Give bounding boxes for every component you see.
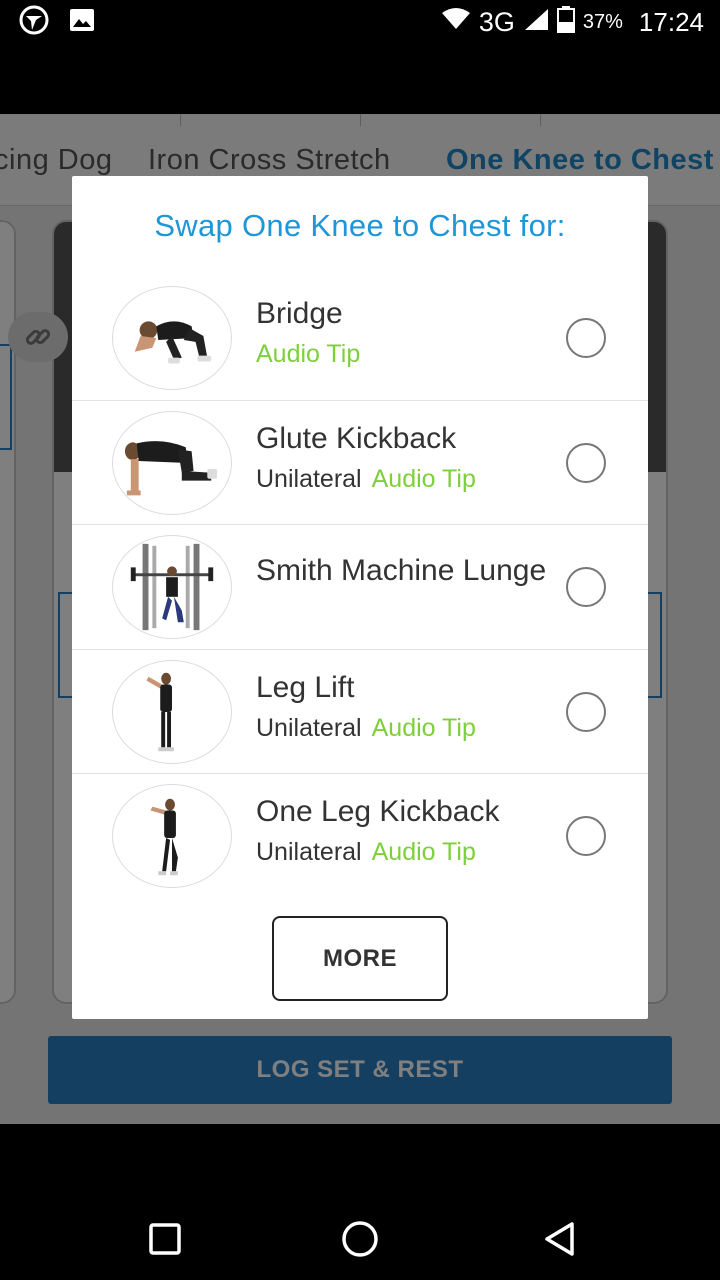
exercise-name: Glute Kickback: [256, 421, 457, 455]
unilateral-label: Unilateral: [256, 713, 362, 742]
exercise-option-text: One Leg Kickback Unilateral Audio Tip: [256, 792, 556, 869]
exercise-option-bridge[interactable]: Bridge Audio Tip: [72, 276, 648, 401]
one-leg-kickback-thumbnail: [112, 784, 232, 888]
app-notification-icon: [18, 4, 50, 41]
signal-icon: [523, 7, 549, 38]
network-type: 3G: [478, 6, 515, 37]
smith-machine-lunge-thumbnail: [112, 535, 232, 639]
audio-tip-link[interactable]: Audio Tip: [372, 465, 476, 493]
exercise-radio-button[interactable]: [566, 318, 606, 358]
exercise-meta: Unilateral Audio Tip: [256, 462, 556, 496]
exercise-option-smith-machine-lunge[interactable]: Smith Machine Lunge: [72, 525, 648, 650]
swap-exercise-dialog: Swap One Knee to Chest for: Bridge Audio…: [72, 176, 648, 1019]
bridge-thumbnail: [112, 286, 232, 390]
exercise-radio-button[interactable]: [566, 691, 606, 732]
recents-button[interactable]: [140, 1214, 190, 1264]
exercise-option-text: Glute Kickback Unilateral Audio Tip: [256, 419, 556, 496]
home-button[interactable]: [335, 1214, 385, 1264]
circle-icon: [342, 1221, 378, 1257]
exercise-name: Leg Lift: [256, 670, 355, 704]
exercise-name: Smith Machine Lunge: [256, 554, 547, 587]
app-bar: [0, 44, 720, 114]
exercise-meta: Audio Tip: [256, 337, 556, 371]
exercise-meta: Unilateral Audio Tip: [256, 711, 556, 745]
exercise-name: One Leg Kickback: [256, 795, 500, 828]
more-button[interactable]: MORE: [272, 916, 448, 1001]
exercise-option-leg-lift[interactable]: Leg Lift Unilateral Audio Tip: [72, 650, 648, 774]
audio-tip-link[interactable]: Audio Tip: [372, 838, 476, 866]
exercise-radio-button[interactable]: [566, 567, 606, 607]
exercise-option-text: Smith Machine Lunge: [256, 551, 556, 590]
exercise-radio-button[interactable]: [566, 816, 606, 856]
image-notification-icon: [68, 6, 96, 39]
battery-percent: 37%: [582, 10, 623, 33]
exercise-option-text: Leg Lift Unilateral Audio Tip: [256, 668, 556, 745]
unilateral-label: Unilateral: [256, 838, 362, 866]
exercise-option-glute-kickback[interactable]: Glute Kickback Unilateral Audio Tip: [72, 401, 648, 525]
audio-tip-link[interactable]: Audio Tip: [372, 714, 476, 742]
exercise-option-one-leg-kickback[interactable]: One Leg Kickback Unilateral Audio Tip: [72, 774, 648, 899]
exercise-option-text: Bridge Audio Tip: [256, 294, 556, 371]
wifi-icon: [441, 7, 471, 38]
exercise-name: Bridge: [256, 297, 343, 330]
dialog-title: Swap One Knee to Chest for:: [154, 208, 566, 243]
triangle-back-icon: [545, 1222, 574, 1256]
back-button[interactable]: [535, 1214, 585, 1264]
navigation-bar: [0, 1124, 720, 1280]
clock: 17:24: [638, 6, 704, 37]
exercise-meta: Unilateral Audio Tip: [256, 835, 556, 869]
exercise-options-list: Bridge Audio Tip Glute Kickback Unilater…: [72, 276, 648, 899]
leg-lift-thumbnail: [112, 659, 232, 764]
screen: 3G 37% 17:24 cing Dog Iron Cross Stretch…: [0, 0, 720, 1280]
unilateral-label: Unilateral: [256, 464, 362, 493]
audio-tip-link[interactable]: Audio Tip: [256, 340, 360, 368]
square-icon: [149, 1223, 181, 1255]
glute-kickback-thumbnail: [112, 410, 232, 515]
status-bar: 3G 37% 17:24: [0, 0, 720, 44]
exercise-radio-button[interactable]: [566, 442, 606, 483]
battery-icon: [556, 5, 575, 40]
